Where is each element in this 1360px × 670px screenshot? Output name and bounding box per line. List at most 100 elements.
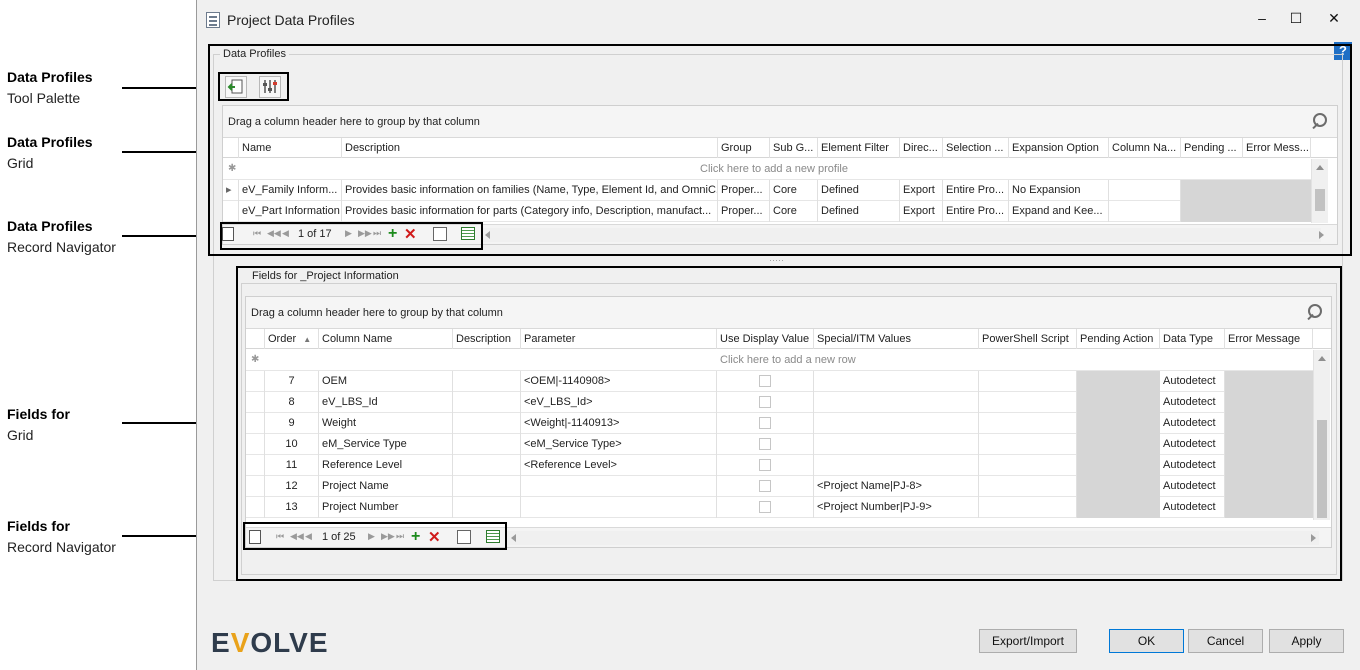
column-header[interactable]: Column Na... <box>1109 138 1181 158</box>
cell-direction[interactable]: Export <box>900 201 943 222</box>
cell-description[interactable]: Provides basic information on families (… <box>342 180 718 201</box>
close-button[interactable]: ✕ <box>1319 10 1349 30</box>
table-row[interactable]: ▸ eV_Family Inform... Provides basic inf… <box>223 180 1311 201</box>
use-display-value-checkbox[interactable] <box>759 417 771 429</box>
fields-vertical-scrollbar[interactable] <box>1313 350 1330 520</box>
cell-description[interactable] <box>453 476 521 497</box>
column-header[interactable]: Column Name <box>319 329 453 349</box>
use-display-value-checkbox[interactable] <box>759 396 771 408</box>
cell-expansion[interactable]: No Expansion <box>1009 180 1109 201</box>
cell-use-display-value[interactable] <box>717 455 814 476</box>
cell-name[interactable]: eV_Family Inform... <box>239 180 342 201</box>
table-row[interactable]: 12 Project Name <Project Name|PJ-8> Autodet… <box>246 476 1313 497</box>
cell-powershell-script[interactable] <box>979 476 1077 497</box>
profiles-vertical-scrollbar[interactable] <box>1311 159 1328 223</box>
cell-sub-group[interactable]: Core <box>770 201 818 222</box>
cell-powershell-script[interactable] <box>979 392 1077 413</box>
cell-special-itm-values[interactable] <box>814 434 979 455</box>
add-new-row[interactable]: ✱ Click here to add a new row <box>246 350 1313 371</box>
use-display-value-checkbox[interactable] <box>759 375 771 387</box>
cell-order[interactable]: 12 <box>265 476 319 497</box>
import-profile-icon[interactable] <box>225 76 247 98</box>
cell-column-name[interactable] <box>1109 180 1181 201</box>
column-header[interactable]: Selection ... <box>943 138 1009 158</box>
cell-element-filter[interactable]: Defined <box>818 201 900 222</box>
cell-data-type[interactable]: Autodetect <box>1160 476 1225 497</box>
cell-use-display-value[interactable] <box>717 371 814 392</box>
cell-powershell-script[interactable] <box>979 497 1077 518</box>
cell-selection[interactable]: Entire Pro... <box>943 201 1009 222</box>
cell-element-filter[interactable]: Defined <box>818 180 900 201</box>
column-header[interactable]: Name <box>239 138 342 158</box>
cell-data-type[interactable]: Autodetect <box>1160 434 1225 455</box>
cell-column-name[interactable]: Reference Level <box>319 455 453 476</box>
cell-order[interactable]: 11 <box>265 455 319 476</box>
column-header[interactable]: Pending Action <box>1077 329 1160 349</box>
column-header[interactable]: Direc... <box>900 138 943 158</box>
cell-description[interactable] <box>453 455 521 476</box>
cell-order[interactable]: 9 <box>265 413 319 434</box>
column-header[interactable]: Sub G... <box>770 138 818 158</box>
cell-description[interactable]: Provides basic information for parts (Ca… <box>342 201 718 222</box>
profile-settings-icon[interactable] <box>259 76 281 98</box>
cell-use-display-value[interactable] <box>717 476 814 497</box>
group-by-area[interactable]: Drag a column header here to group by th… <box>223 106 1337 138</box>
column-header[interactable]: Description <box>453 329 521 349</box>
scroll-up-icon[interactable] <box>1318 356 1326 361</box>
cell-data-type[interactable]: Autodetect <box>1160 392 1225 413</box>
cell-column-name[interactable]: eM_Service Type <box>319 434 453 455</box>
cell-sub-group[interactable]: Core <box>770 180 818 201</box>
cell-special-itm-values[interactable] <box>814 455 979 476</box>
use-display-value-checkbox[interactable] <box>759 501 771 513</box>
column-header[interactable]: Element Filter <box>818 138 900 158</box>
group-by-area[interactable]: Drag a column header here to group by th… <box>246 297 1331 329</box>
fields-horizontal-scrollbar[interactable] <box>507 531 1319 545</box>
export-import-button[interactable]: Export/Import <box>979 629 1077 653</box>
cell-parameter[interactable]: <eV_LBS_Id> <box>521 392 717 413</box>
scroll-left-icon[interactable] <box>485 231 490 239</box>
scroll-right-icon[interactable] <box>1319 231 1324 239</box>
cell-special-itm-values[interactable]: <Project Number|PJ-9> <box>814 497 979 518</box>
cell-parameter[interactable]: <Weight|-1140913> <box>521 413 717 434</box>
cell-data-type[interactable]: Autodetect <box>1160 455 1225 476</box>
cell-column-name[interactable]: Weight <box>319 413 453 434</box>
use-display-value-checkbox[interactable] <box>759 480 771 492</box>
cell-special-itm-values[interactable] <box>814 371 979 392</box>
column-header[interactable]: Error Message <box>1225 329 1313 349</box>
column-header[interactable]: Special/ITM Values <box>814 329 979 349</box>
column-header-order[interactable]: Order ▲ <box>265 329 319 349</box>
cell-order[interactable]: 8 <box>265 392 319 413</box>
column-header[interactable]: Description <box>342 138 718 158</box>
ok-button[interactable]: OK <box>1109 629 1184 653</box>
cell-description[interactable] <box>453 392 521 413</box>
use-display-value-checkbox[interactable] <box>759 459 771 471</box>
cell-order[interactable]: 10 <box>265 434 319 455</box>
cell-parameter[interactable]: <eM_Service Type> <box>521 434 717 455</box>
cell-direction[interactable]: Export <box>900 180 943 201</box>
cell-description[interactable] <box>453 497 521 518</box>
apply-button[interactable]: Apply <box>1269 629 1344 653</box>
scroll-thumb[interactable] <box>1315 189 1325 211</box>
column-header[interactable]: Expansion Option <box>1009 138 1109 158</box>
scroll-thumb[interactable] <box>1317 420 1327 518</box>
scroll-right-icon[interactable] <box>1311 534 1316 542</box>
table-row[interactable]: eV_Part Information Provides basic infor… <box>223 201 1311 222</box>
cell-use-display-value[interactable] <box>717 392 814 413</box>
cell-data-type[interactable]: Autodetect <box>1160 413 1225 434</box>
cell-powershell-script[interactable] <box>979 371 1077 392</box>
cell-selection[interactable]: Entire Pro... <box>943 180 1009 201</box>
minimize-button[interactable]: – <box>1247 10 1277 30</box>
cell-group[interactable]: Proper... <box>718 201 770 222</box>
cell-special-itm-values[interactable]: <Project Name|PJ-8> <box>814 476 979 497</box>
table-row[interactable]: 7 OEM <OEM|-1140908> Autodetect <box>246 371 1313 392</box>
table-row[interactable]: 11 Reference Level <Reference Level> Autode… <box>246 455 1313 476</box>
cell-special-itm-values[interactable] <box>814 392 979 413</box>
cell-description[interactable] <box>453 371 521 392</box>
cell-use-display-value[interactable] <box>717 434 814 455</box>
cell-column-name[interactable]: Project Name <box>319 476 453 497</box>
maximize-button[interactable]: ☐ <box>1281 10 1311 30</box>
column-header[interactable]: Group <box>718 138 770 158</box>
cell-column-name[interactable]: Project Number <box>319 497 453 518</box>
column-header[interactable]: PowerShell Script <box>979 329 1077 349</box>
cell-use-display-value[interactable] <box>717 497 814 518</box>
